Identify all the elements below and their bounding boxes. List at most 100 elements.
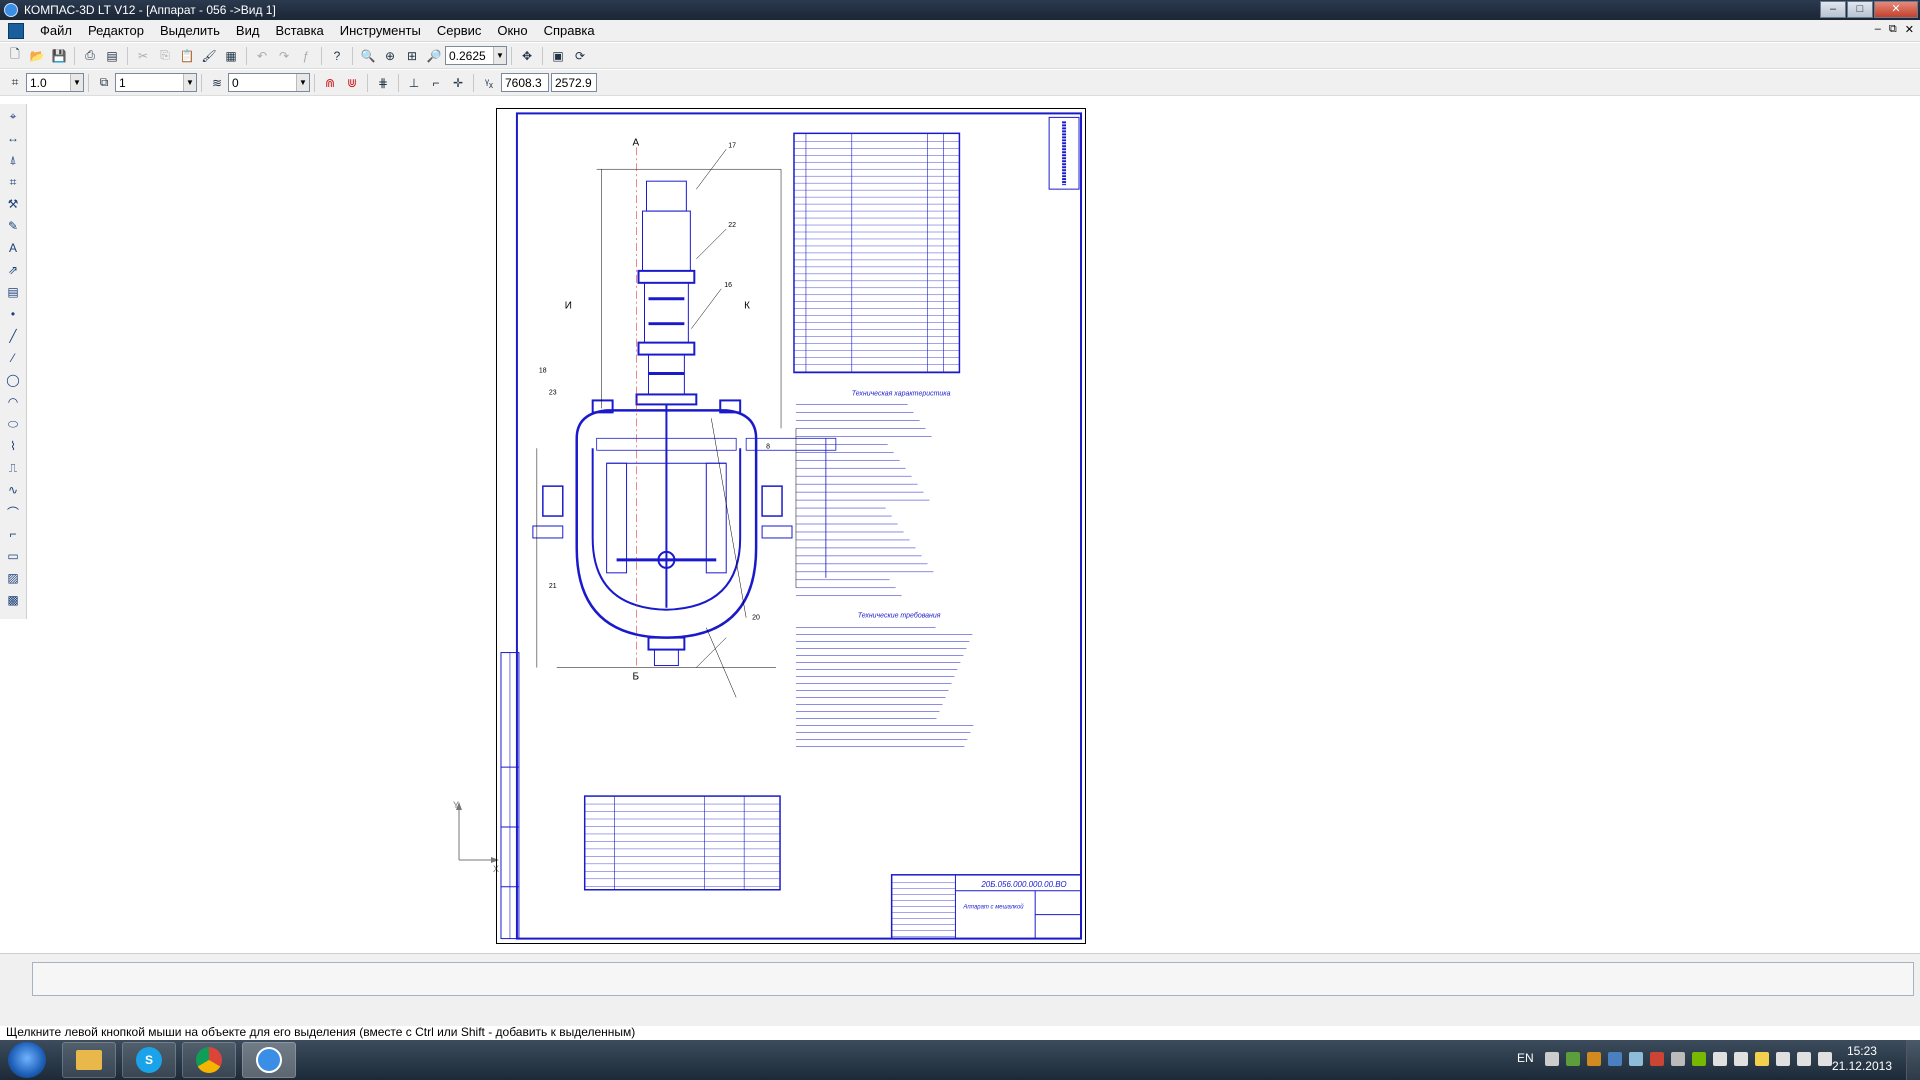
drawing-sheet[interactable]: А Б И К 17 22 16 18 23 21 20 8 Техническ… bbox=[496, 108, 1086, 944]
spec-panel-icon[interactable]: ▤ bbox=[3, 282, 23, 302]
close-button[interactable]: ✕ bbox=[1874, 1, 1918, 18]
cut-icon[interactable]: ✂ bbox=[134, 47, 152, 65]
print-icon[interactable]: ▤ bbox=[103, 47, 121, 65]
save-icon[interactable]: 💾 bbox=[50, 47, 68, 65]
properties-icon[interactable]: ▦ bbox=[222, 47, 240, 65]
zoom-scale-icon[interactable]: 🔎 bbox=[425, 47, 443, 65]
chevron-down-icon[interactable]: ▼ bbox=[183, 74, 196, 91]
continuous-input-icon[interactable]: ⌇ bbox=[3, 436, 23, 456]
mdi-close-button[interactable]: ✕ bbox=[1905, 23, 1914, 36]
grid-icon[interactable]: ⋕ bbox=[374, 74, 392, 92]
refresh-view-icon[interactable]: ▣ bbox=[549, 47, 567, 65]
show-desktop-button[interactable] bbox=[1906, 1040, 1920, 1080]
snap-magnet-icon[interactable]: ⋒ bbox=[321, 74, 339, 92]
select-panel-icon[interactable]: ⇗ bbox=[3, 260, 23, 280]
help-pointer-icon[interactable]: ? bbox=[328, 47, 346, 65]
menu-tools[interactable]: Инструменты bbox=[332, 23, 429, 38]
ellipse-tool-icon[interactable]: ⬭ bbox=[3, 414, 23, 434]
kompas-taskbar-button[interactable] bbox=[242, 1042, 296, 1078]
menu-file[interactable]: Файл bbox=[32, 23, 80, 38]
menu-window[interactable]: Окно bbox=[489, 23, 535, 38]
zoom-window-icon[interactable]: 🔍 bbox=[359, 47, 377, 65]
chevron-down-icon[interactable]: ▼ bbox=[296, 74, 309, 91]
view-state-icon[interactable]: ⧉ bbox=[95, 74, 113, 92]
minimize-button[interactable]: – bbox=[1820, 1, 1846, 18]
volume-icon[interactable] bbox=[1818, 1052, 1832, 1066]
action-center-icon[interactable] bbox=[1776, 1052, 1790, 1066]
new-document-icon[interactable]: 🗋 bbox=[6, 47, 24, 65]
mdi-minimize-button[interactable]: – bbox=[1875, 23, 1881, 36]
property-bar[interactable] bbox=[32, 962, 1914, 996]
symbols-panel-icon[interactable]: ⍋ bbox=[3, 150, 23, 170]
start-button[interactable] bbox=[8, 1042, 46, 1078]
view-combo[interactable]: 1 ▼ bbox=[115, 73, 197, 92]
tray-app-icon[interactable] bbox=[1587, 1052, 1601, 1066]
language-indicator[interactable]: EN bbox=[1517, 1051, 1534, 1065]
chevron-down-icon[interactable]: ▼ bbox=[70, 74, 83, 91]
print-preview-icon[interactable]: ⎙ bbox=[81, 47, 99, 65]
function-icon[interactable]: ƒ bbox=[297, 47, 315, 65]
redo-icon[interactable]: ↷ bbox=[275, 47, 293, 65]
menu-insert[interactable]: Вставка bbox=[267, 23, 331, 38]
menu-help[interactable]: Справка bbox=[536, 23, 603, 38]
chevron-down-icon[interactable]: ▼ bbox=[493, 47, 506, 64]
menu-service[interactable]: Сервис bbox=[429, 23, 490, 38]
regenerate-icon[interactable]: ⟳ bbox=[571, 47, 589, 65]
coord-y-field[interactable]: 2572.9 bbox=[551, 73, 597, 92]
explorer-taskbar-button[interactable] bbox=[62, 1042, 116, 1078]
grid-step-icon[interactable]: ⌗ bbox=[6, 74, 24, 92]
tray-app-icon[interactable] bbox=[1671, 1052, 1685, 1066]
tray-app-icon[interactable] bbox=[1629, 1052, 1643, 1066]
polyline-tool-icon[interactable]: ⎍ bbox=[3, 458, 23, 478]
point-tool-icon[interactable]: • bbox=[3, 304, 23, 324]
parametrization-panel-icon[interactable]: ⚒ bbox=[3, 194, 23, 214]
network-icon[interactable] bbox=[1797, 1052, 1811, 1066]
ortho-mode-icon[interactable]: ⌐ bbox=[427, 74, 445, 92]
segment-tool-icon[interactable]: ⁄ bbox=[3, 348, 23, 368]
nvidia-icon[interactable] bbox=[1692, 1052, 1706, 1066]
menu-view[interactable]: Вид bbox=[228, 23, 268, 38]
dimensions-panel-icon[interactable]: ↔ bbox=[3, 128, 23, 148]
tray-app-icon[interactable] bbox=[1713, 1052, 1727, 1066]
tray-app-icon[interactable] bbox=[1608, 1052, 1622, 1066]
arc-tool-icon[interactable]: ◠ bbox=[3, 392, 23, 412]
bezier-tool-icon[interactable]: ∿ bbox=[3, 480, 23, 500]
menu-editor[interactable]: Редактор bbox=[80, 23, 152, 38]
tray-app-icon[interactable] bbox=[1566, 1052, 1580, 1066]
maximize-button[interactable]: □ bbox=[1847, 1, 1873, 18]
fillet-tool-icon[interactable]: ⌒ bbox=[3, 502, 23, 522]
measure-panel-icon[interactable]: ✎ bbox=[3, 216, 23, 236]
undo-icon[interactable]: ↶ bbox=[253, 47, 271, 65]
text-panel-icon[interactable]: A bbox=[3, 238, 23, 258]
skype-taskbar-button[interactable]: S bbox=[122, 1042, 176, 1078]
layer-combo[interactable]: 0 ▼ bbox=[228, 73, 310, 92]
clock[interactable]: 15:23 21.12.2013 bbox=[1832, 1044, 1892, 1074]
document-icon[interactable] bbox=[8, 22, 24, 39]
zoom-all-icon[interactable]: ⊞ bbox=[403, 47, 421, 65]
mdi-restore-button[interactable]: ⧉ bbox=[1889, 23, 1897, 36]
edit-panel-icon[interactable]: ⌗ bbox=[3, 172, 23, 192]
chamfer-tool-icon[interactable]: ⌐ bbox=[3, 524, 23, 544]
coord-x-field[interactable]: 7608.3 bbox=[501, 73, 549, 92]
snap-local-icon[interactable]: ⋓ bbox=[343, 74, 361, 92]
tray-app-icon[interactable] bbox=[1650, 1052, 1664, 1066]
local-cs-icon[interactable]: ⊥ bbox=[405, 74, 423, 92]
pan-icon[interactable]: ✥ bbox=[518, 47, 536, 65]
cursor-coords-icon[interactable]: ✛ bbox=[449, 74, 467, 92]
menu-select[interactable]: Выделить bbox=[152, 23, 228, 38]
hatch-tool-icon[interactable]: ▨ bbox=[3, 568, 23, 588]
open-folder-icon[interactable]: 📂 bbox=[28, 47, 46, 65]
format-painter-icon[interactable]: 🖌 bbox=[200, 47, 218, 65]
copy-icon[interactable]: ⎘ bbox=[156, 47, 174, 65]
chrome-taskbar-button[interactable] bbox=[182, 1042, 236, 1078]
tray-app-icon[interactable] bbox=[1755, 1052, 1769, 1066]
rectangle-tool-icon[interactable]: ▭ bbox=[3, 546, 23, 566]
layer-state-icon[interactable]: ≋ bbox=[208, 74, 226, 92]
zoom-combo[interactable]: 0.2625 ▼ bbox=[445, 46, 507, 65]
auxiliary-line-icon[interactable]: ╱ bbox=[3, 326, 23, 346]
zoom-in-icon[interactable]: ⊕ bbox=[381, 47, 399, 65]
tray-app-icon[interactable] bbox=[1734, 1052, 1748, 1066]
circle-tool-icon[interactable]: ◯ bbox=[3, 370, 23, 390]
geometry-panel-icon[interactable]: ⌖ bbox=[3, 106, 23, 126]
tray-arrow-icon[interactable] bbox=[1545, 1052, 1559, 1066]
